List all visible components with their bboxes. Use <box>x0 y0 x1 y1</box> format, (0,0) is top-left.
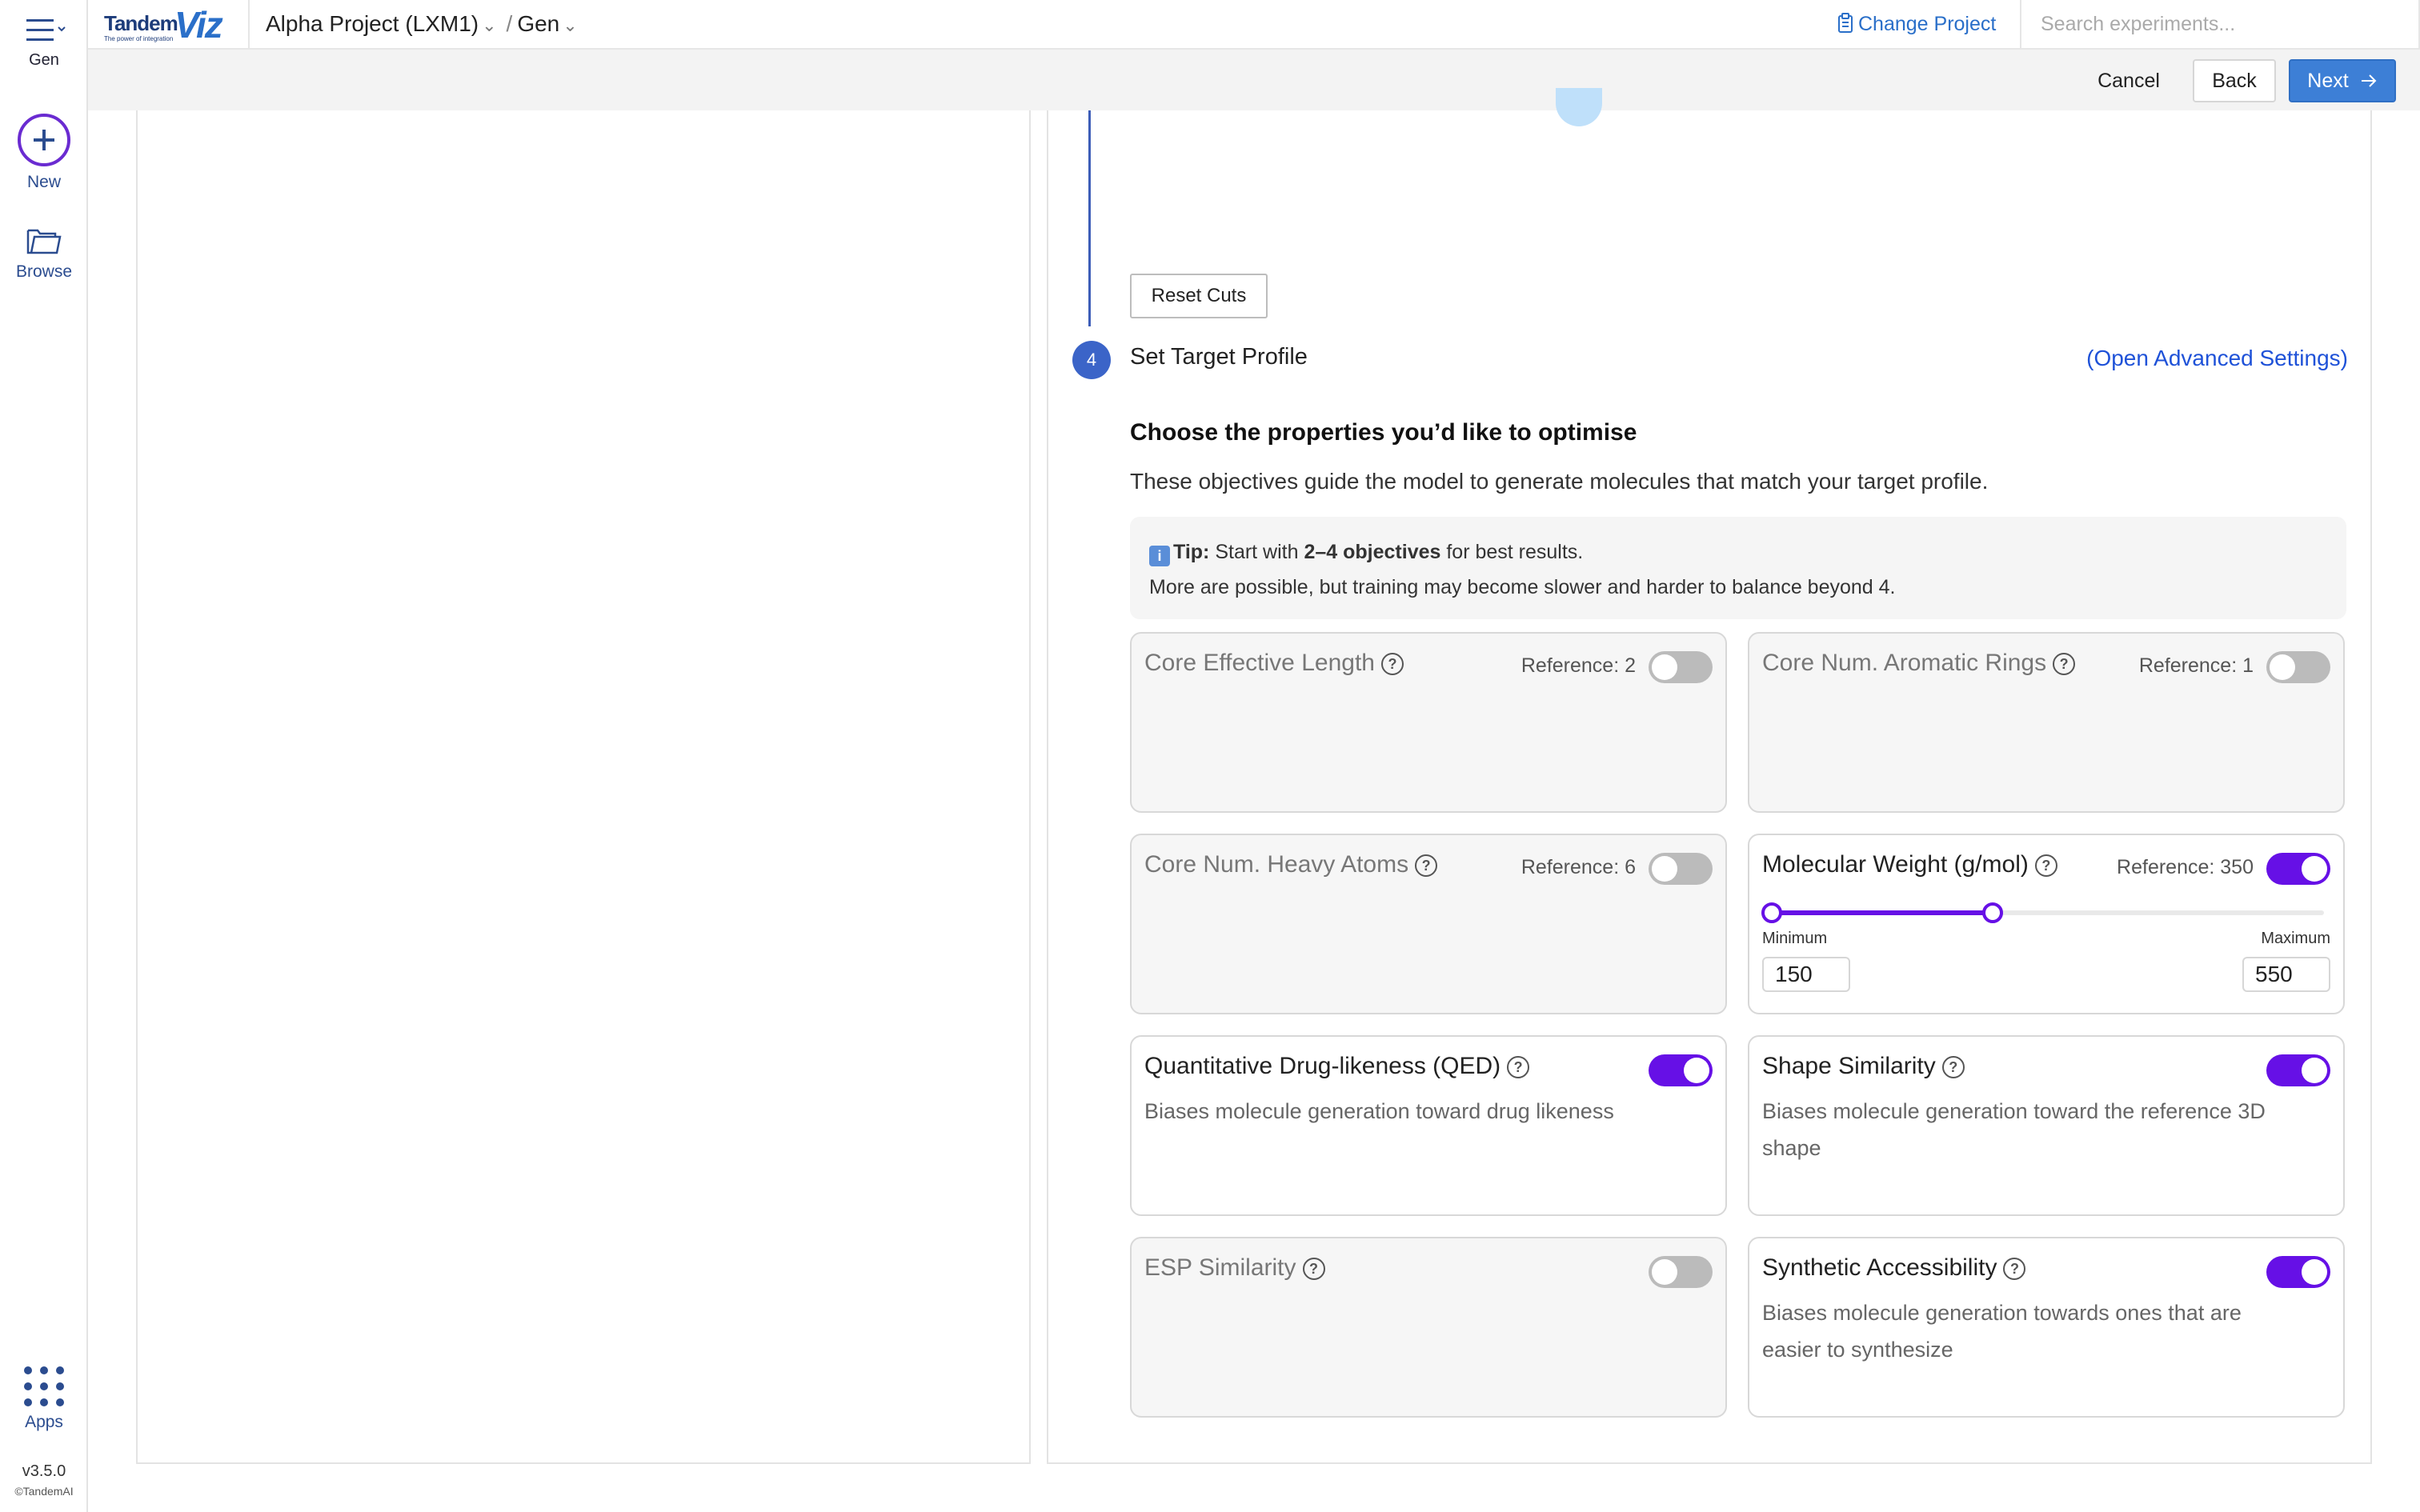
slider-min-handle[interactable] <box>1761 902 1782 923</box>
maximum-label: Maximum <box>2261 930 2330 947</box>
objective-toggle[interactable] <box>2266 1054 2330 1086</box>
next-label: Next <box>2307 69 2349 92</box>
objective-card-qed: Quantitative Drug-likeness (QED)? Biases… <box>1130 1035 1727 1216</box>
new-label: New <box>26 173 61 191</box>
objective-card-core-num-aromatic-rings: Core Num. Aromatic Rings? Reference: 1 <box>1748 632 2345 813</box>
back-button[interactable]: Back <box>2193 59 2276 102</box>
version-label: v3.5.0 <box>22 1462 66 1480</box>
chevron-down-icon: ⌄ <box>482 15 497 35</box>
help-icon[interactable]: ? <box>1941 1056 1965 1078</box>
objective-title: Core Num. Heavy Atoms <box>1144 851 1409 878</box>
plus-icon <box>18 114 70 166</box>
change-project-link[interactable]: Change Project <box>1837 13 1996 36</box>
objective-card-shape-similarity: Shape Similarity? Biases molecule genera… <box>1748 1035 2345 1216</box>
reset-cuts-button[interactable]: Reset Cuts <box>1130 274 1268 318</box>
objective-toggle[interactable] <box>1649 853 1713 885</box>
chevron-down-icon: ⌄ <box>563 15 578 35</box>
maximum-input[interactable] <box>2242 957 2330 992</box>
reference-value: Reference: 2 <box>1521 654 1636 677</box>
copyright-label: ©TandemAI <box>14 1485 74 1498</box>
step-number-badge: 4 <box>1072 341 1111 379</box>
minimum-input[interactable] <box>1762 957 1850 992</box>
objective-title: Synthetic Accessibility <box>1762 1254 1997 1281</box>
range-slider[interactable] <box>1761 902 2324 923</box>
menu-label: Gen <box>29 51 59 69</box>
objective-card-core-num-heavy-atoms: Core Num. Heavy Atoms? Reference: 6 <box>1130 834 1727 1014</box>
hamburger-icon <box>26 19 66 41</box>
breadcrumb: Alpha Project (LXM1) ⌄ / Gen ⌄ <box>266 11 583 37</box>
structure-panel <box>136 110 1031 1464</box>
slider-max-handle[interactable] <box>1982 902 2003 923</box>
project-selector[interactable]: Alpha Project (LXM1) ⌄ <box>266 11 502 36</box>
apps-button[interactable]: Apps <box>0 1366 88 1432</box>
objective-toggle[interactable] <box>2266 1256 2330 1288</box>
section-description: These objectives guide the model to gene… <box>1130 469 1989 494</box>
objective-description: Biases molecule generation toward drug l… <box>1144 1099 1614 1123</box>
objective-title: Shape Similarity <box>1762 1053 1936 1079</box>
objective-card-molecular-weight: Molecular Weight (g/mol)? Reference: 350… <box>1748 834 2345 1014</box>
slider-fill <box>1772 910 1993 915</box>
tip-box: i Tip: Start with 2–4 objectives for best… <box>1130 517 2346 619</box>
reference-value: Reference: 1 <box>2138 654 2254 677</box>
tip-label: Tip: <box>1173 541 1210 563</box>
action-bar: Cancel Back Next <box>88 50 2420 110</box>
reference-value: Reference: 350 <box>2117 856 2254 878</box>
menu-toggle[interactable]: Gen <box>0 18 88 70</box>
step-title: Set Target Profile <box>1130 344 1308 370</box>
help-icon[interactable]: ? <box>2053 653 2076 675</box>
browse-button[interactable]: Browse <box>0 226 88 282</box>
search-input[interactable] <box>2021 0 2420 48</box>
left-rail: Gen New Browse Apps v3.5.0 ©TandemAI <box>0 0 88 1512</box>
objective-description: Biases molecule generation toward the re… <box>1762 1099 2266 1160</box>
objective-toggle[interactable] <box>2266 853 2330 885</box>
browse-label: Browse <box>15 262 73 281</box>
help-icon[interactable]: ? <box>1415 854 1438 877</box>
step-connector <box>1088 110 1091 326</box>
tip-line-2: More are possible, but training may beco… <box>1149 576 1896 598</box>
objective-card-esp-similarity: ESP Similarity? <box>1130 1237 1727 1418</box>
help-icon[interactable]: ? <box>1302 1258 1325 1280</box>
top-bar: Tandem Viz The power of integration Alph… <box>88 0 2420 50</box>
objective-title: Molecular Weight (g/mol) <box>1762 851 2029 878</box>
reference-value: Reference: 6 <box>1521 856 1636 878</box>
help-icon[interactable]: ? <box>1380 653 1404 675</box>
section-selector[interactable]: Gen ⌄ <box>517 11 582 36</box>
search-box <box>2020 0 2420 50</box>
next-button[interactable]: Next <box>2289 59 2396 102</box>
objective-title: Core Num. Aromatic Rings <box>1762 650 2047 676</box>
clipboard-icon <box>1838 13 1853 33</box>
objective-title: Quantitative Drug-likeness (QED) <box>1144 1053 1501 1079</box>
objective-description: Biases molecule generation towards ones … <box>1762 1301 2242 1362</box>
folder-icon <box>26 229 62 254</box>
help-icon[interactable]: ? <box>2003 1258 2026 1280</box>
new-button[interactable]: New <box>0 114 88 192</box>
apps-grid-icon <box>24 1366 64 1406</box>
open-advanced-settings-link[interactable]: (Open Advanced Settings) <box>2068 346 2348 371</box>
objective-toggle[interactable] <box>1649 1256 1713 1288</box>
objective-card-synthetic-accessibility: Synthetic Accessibility? Biases molecule… <box>1748 1237 2345 1418</box>
arrow-right-icon <box>2361 74 2377 87</box>
tip-emphasis: 2–4 objectives <box>1304 541 1441 563</box>
section-heading: Choose the properties you’d like to opti… <box>1130 419 1637 446</box>
cancel-button[interactable]: Cancel <box>2082 59 2175 102</box>
help-icon[interactable]: ? <box>2034 854 2057 877</box>
objective-title: ESP Similarity <box>1144 1254 1296 1281</box>
help-icon[interactable]: ? <box>1507 1056 1530 1078</box>
objective-title: Core Effective Length <box>1144 650 1375 676</box>
objective-card-core-effective-length: Core Effective Length? Reference: 2 <box>1130 632 1727 813</box>
objective-toggle[interactable] <box>1649 1054 1713 1086</box>
objective-toggle[interactable] <box>1649 651 1713 683</box>
minimum-label: Minimum <box>1762 930 1828 947</box>
objective-toggle[interactable] <box>2266 651 2330 683</box>
apps-label: Apps <box>25 1413 63 1431</box>
info-icon: i <box>1149 546 1170 566</box>
